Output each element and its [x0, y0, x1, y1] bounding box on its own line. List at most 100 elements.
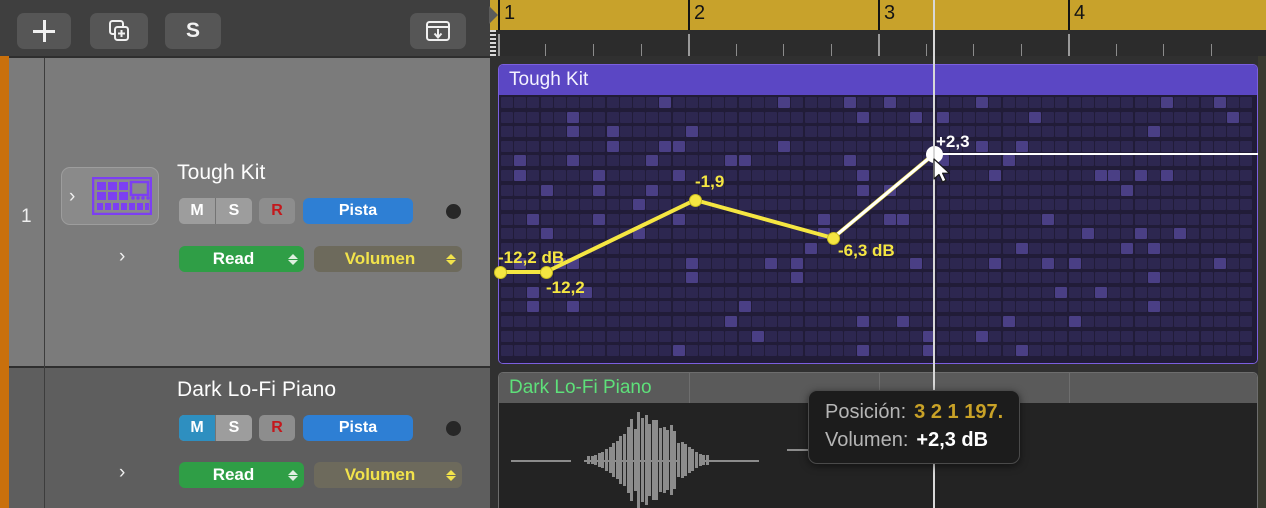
midi-note-cell [1042, 112, 1054, 123]
bar-ruler[interactable]: 1 2 3 4 [490, 0, 1266, 56]
midi-note-cell [1108, 301, 1120, 312]
midi-note-cell [1016, 316, 1028, 327]
track-button-2[interactable]: Pista [303, 415, 413, 441]
midi-note-cell [673, 243, 685, 254]
region-tough-kit[interactable]: Tough Kit [498, 64, 1258, 364]
midi-note-cell [805, 272, 817, 283]
track-button-1[interactable]: Pista [303, 198, 413, 224]
midi-note-cell [1108, 185, 1120, 196]
track-name-2[interactable]: Dark Lo-Fi Piano [177, 378, 336, 402]
midi-note-cell [1042, 126, 1054, 137]
add-track-button[interactable] [17, 13, 71, 49]
midi-note-cell [950, 331, 962, 342]
record-enable-button-1[interactable]: R [259, 198, 295, 224]
midi-note-cell [712, 287, 724, 298]
midi-note-cell [963, 155, 975, 166]
midi-note-cell [818, 185, 830, 196]
automation-mode-select-2[interactable]: Read [179, 462, 304, 488]
midi-note-cell [659, 170, 671, 181]
midi-note-cell [725, 141, 737, 152]
midi-note-cell [884, 199, 896, 210]
mute-button-2[interactable]: M [179, 415, 215, 441]
midi-note-cell [831, 141, 843, 152]
chevron-right-icon-automation-1[interactable]: › [119, 246, 125, 268]
midi-note-cell [1187, 228, 1199, 239]
waveform-bar [645, 415, 648, 504]
midi-note-cell [963, 214, 975, 225]
midi-note-cell [937, 345, 949, 356]
midi-note-cell [1095, 258, 1107, 269]
midi-note-cell [1148, 112, 1160, 123]
midi-note-cell [1121, 301, 1133, 312]
midi-note-cell [514, 214, 526, 225]
midi-note-cell [1121, 126, 1133, 137]
midi-note-cell [1121, 170, 1133, 181]
waveform-bar [699, 454, 702, 466]
header-divider-top [9, 56, 490, 58]
midi-note-cell [527, 97, 539, 108]
midi-note-cell [501, 155, 513, 166]
midi-note-cell [805, 301, 817, 312]
midi-note-cell [1214, 258, 1226, 269]
midi-note-cell [1082, 170, 1094, 181]
automation-parameter-select-1[interactable]: Volumen [314, 246, 462, 272]
midi-note-cell [1148, 301, 1160, 312]
duplicate-track-button[interactable] [90, 13, 148, 49]
midi-note-cell [1029, 316, 1041, 327]
midi-note-cell [963, 301, 975, 312]
midi-note-cell [884, 126, 896, 137]
midi-note-cell [607, 155, 619, 166]
midi-note-cell [1240, 185, 1252, 196]
midi-note-cell [1148, 228, 1160, 239]
midi-note-cell [1069, 331, 1081, 342]
region-header-tough-kit[interactable] [499, 65, 1257, 95]
midi-note-cell [1055, 272, 1067, 283]
midi-note-cell [884, 170, 896, 181]
midi-note-cell [1095, 170, 1107, 181]
waveform-baseline [511, 460, 571, 462]
midi-note-cell [1135, 331, 1147, 342]
midi-note-cell [831, 185, 843, 196]
track-status-dot-1[interactable] [446, 204, 461, 219]
midi-note-cell [963, 170, 975, 181]
midi-note-cell [989, 97, 1001, 108]
midi-note-cell [871, 272, 883, 283]
chevron-right-icon-instrument-1[interactable]: › [69, 186, 75, 208]
track-name-1[interactable]: Tough Kit [177, 161, 265, 185]
midi-note-cell [752, 228, 764, 239]
solo-button-1[interactable]: S [215, 198, 252, 224]
midi-note-cell [805, 287, 817, 298]
ruler-grip[interactable] [490, 30, 496, 56]
midi-note-cell [1016, 258, 1028, 269]
automation-parameter-select-2[interactable]: Volumen [314, 462, 462, 488]
midi-note-cell [1108, 258, 1120, 269]
midi-note-cell [1148, 243, 1160, 254]
midi-note-cell [1029, 243, 1041, 254]
show-editor-button[interactable] [410, 13, 466, 49]
midi-note-cell [1240, 214, 1252, 225]
track-status-dot-2[interactable] [446, 421, 461, 436]
automation-point-2[interactable] [689, 194, 702, 207]
solo-button-2[interactable]: S [215, 415, 252, 441]
chevron-right-icon-automation-2[interactable]: › [119, 462, 125, 484]
automation-mode-select-1[interactable]: Read [179, 246, 304, 272]
midi-note-cell [805, 185, 817, 196]
mute-button-1[interactable]: M [179, 198, 215, 224]
record-enable-button-2[interactable]: R [259, 415, 295, 441]
midi-note-cell [739, 258, 751, 269]
midi-note-cell [686, 112, 698, 123]
midi-note-cell [699, 97, 711, 108]
solo-button[interactable]: S [165, 13, 221, 49]
midi-note-cell [620, 126, 632, 137]
midi-note-cell [831, 155, 843, 166]
midi-note-cell [607, 243, 619, 254]
midi-note-cell [897, 126, 909, 137]
midi-note-cell [593, 155, 605, 166]
midi-note-cell [1082, 301, 1094, 312]
midi-note-cell [844, 228, 856, 239]
midi-note-cell [963, 331, 975, 342]
midi-note-cell [831, 214, 843, 225]
midi-note-cell [712, 141, 724, 152]
midi-note-cell [554, 185, 566, 196]
midi-note-cell [686, 287, 698, 298]
